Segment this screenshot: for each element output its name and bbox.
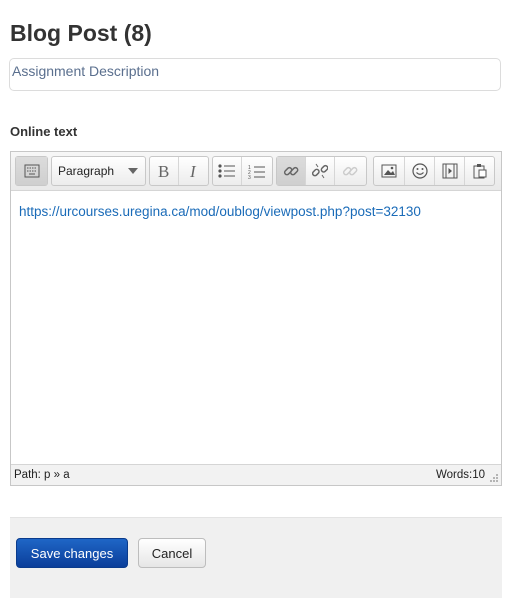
italic-icon: I	[189, 163, 197, 179]
save-changes-button[interactable]: Save changes	[16, 538, 128, 568]
svg-text:3: 3	[248, 175, 251, 179]
unlink-button[interactable]	[306, 157, 335, 185]
bulleted-list-button[interactable]	[213, 157, 242, 185]
bold-button[interactable]: B	[150, 157, 179, 185]
paste-icon	[473, 164, 486, 179]
numbered-list-icon: 1 2 3	[248, 165, 265, 179]
media-icon	[442, 163, 457, 179]
element-path: Path: p » a	[14, 469, 70, 481]
form-actions: Save changes Cancel	[10, 517, 502, 598]
emoticon-icon	[411, 163, 428, 179]
toolbar-toggle-icon	[24, 164, 39, 178]
assignment-description-box: Assignment Description	[9, 58, 501, 91]
paragraph-format-value: Paragraph	[58, 164, 115, 178]
svg-text:I: I	[189, 163, 197, 179]
toolbar-group-links	[276, 156, 367, 186]
editor-content-link[interactable]: https://urcourses.uregina.ca/mod/oublog/…	[19, 204, 421, 219]
toolbar-toggle-button[interactable]	[16, 157, 47, 185]
italic-button[interactable]: I	[179, 157, 208, 185]
editor-statusbar: Path: p » a Words:10	[11, 464, 501, 485]
online-text-editor[interactable]: Paragraph B I 1 2 3 https://urcourses.ur…	[10, 151, 502, 486]
editor-toolbar: Paragraph B I 1 2 3	[11, 152, 501, 191]
anchor-button[interactable]	[335, 157, 364, 185]
anchor-icon	[342, 166, 357, 176]
toolbar-group-style: B I	[149, 156, 209, 186]
svg-text:B: B	[158, 163, 169, 179]
link-button[interactable]	[277, 157, 306, 185]
page-title: Blog Post (8)	[10, 20, 152, 46]
image-icon	[381, 164, 397, 178]
numbered-list-button[interactable]: 1 2 3	[242, 157, 271, 185]
word-count: Words:10	[435, 469, 485, 481]
toolbar-group-toggle	[15, 156, 48, 186]
chevron-down-icon	[128, 168, 138, 174]
online-text-label: Online text	[10, 124, 78, 139]
link-icon	[283, 166, 299, 176]
paragraph-format-select[interactable]: Paragraph	[52, 157, 144, 185]
toolbar-group-format: Paragraph	[51, 156, 146, 186]
emoticon-button[interactable]	[405, 157, 435, 185]
bold-icon: B	[158, 163, 169, 179]
bulleted-list-icon	[218, 164, 235, 178]
media-button[interactable]	[435, 157, 465, 185]
assignment-description-text: Assignment Description	[12, 63, 160, 79]
cancel-button[interactable]: Cancel	[138, 538, 206, 568]
resize-grip-icon[interactable]	[489, 473, 499, 483]
unlink-icon	[312, 163, 328, 179]
paste-button[interactable]	[465, 157, 494, 185]
image-button[interactable]	[374, 157, 405, 185]
toolbar-group-insert	[373, 156, 495, 186]
toolbar-group-lists: 1 2 3	[212, 156, 273, 186]
